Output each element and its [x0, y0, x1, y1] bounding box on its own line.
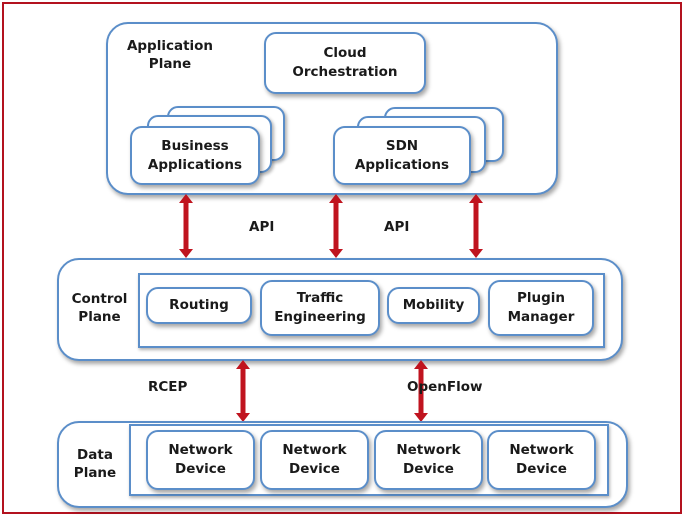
api-arrow-left: [178, 194, 194, 258]
control-plane-label: Control Plane: [67, 290, 132, 326]
business-applications-line2: Applications: [147, 156, 243, 173]
sdn-applications-line2: Applications: [354, 156, 450, 173]
network-device-1-line2: Device: [175, 461, 226, 477]
network-device-3-line1: Network: [396, 442, 461, 458]
control-module-mobility: Mobility: [387, 287, 480, 324]
data-plane-label: Data Plane: [66, 446, 124, 482]
application-plane-label-line2: Plane: [148, 56, 192, 72]
rcep-arrow: [235, 360, 251, 422]
network-device-4-line2: Device: [516, 461, 567, 477]
cloud-orchestration-line1: Cloud: [323, 45, 367, 61]
control-plane-label-line1: Control: [71, 291, 128, 307]
business-applications-box: Business Applications: [130, 126, 260, 185]
api-arrow-right: [468, 194, 484, 258]
control-module-traffic-engineering: Traffic Engineering: [260, 280, 380, 336]
control-module-routing-label: Routing: [169, 297, 229, 313]
control-plane-label-line2: Plane: [78, 309, 121, 325]
control-module-traffic-engineering-line2: Engineering: [274, 309, 366, 325]
control-module-plugin-manager: Plugin Manager: [488, 280, 594, 336]
network-device-2-line2: Device: [289, 461, 340, 477]
api-label-right: API: [384, 219, 410, 235]
data-plane-label-line2: Plane: [73, 465, 117, 481]
cloud-orchestration-line2: Orchestration: [292, 64, 398, 80]
sdn-applications-line1: SDN: [385, 137, 419, 154]
application-plane-label: Application Plane: [120, 37, 220, 73]
control-module-plugin-manager-line2: Manager: [507, 309, 575, 325]
network-device-3: Network Device: [374, 430, 483, 490]
network-device-4-line1: Network: [509, 442, 574, 458]
data-plane-label-line1: Data: [77, 447, 113, 463]
control-module-routing: Routing: [146, 287, 252, 324]
network-device-4: Network Device: [487, 430, 596, 490]
api-arrow-middle: [328, 194, 344, 258]
business-applications-line1: Business: [161, 137, 229, 154]
network-device-1-line1: Network: [168, 442, 233, 458]
network-device-3-line2: Device: [403, 461, 454, 477]
cloud-orchestration-box: Cloud Orchestration: [264, 32, 426, 94]
application-plane-label-line1: Application: [126, 38, 214, 54]
network-device-1: Network Device: [146, 430, 255, 490]
network-device-2: Network Device: [260, 430, 369, 490]
network-device-2-line1: Network: [282, 442, 347, 458]
openflow-label: OpenFlow: [407, 379, 483, 395]
control-module-mobility-label: Mobility: [402, 297, 465, 313]
rcep-label: RCEP: [148, 379, 188, 395]
control-module-plugin-manager-line1: Plugin: [516, 290, 566, 306]
sdn-applications-box: SDN Applications: [333, 126, 471, 185]
control-module-traffic-engineering-line1: Traffic: [296, 290, 344, 306]
api-label-left: API: [249, 219, 275, 235]
